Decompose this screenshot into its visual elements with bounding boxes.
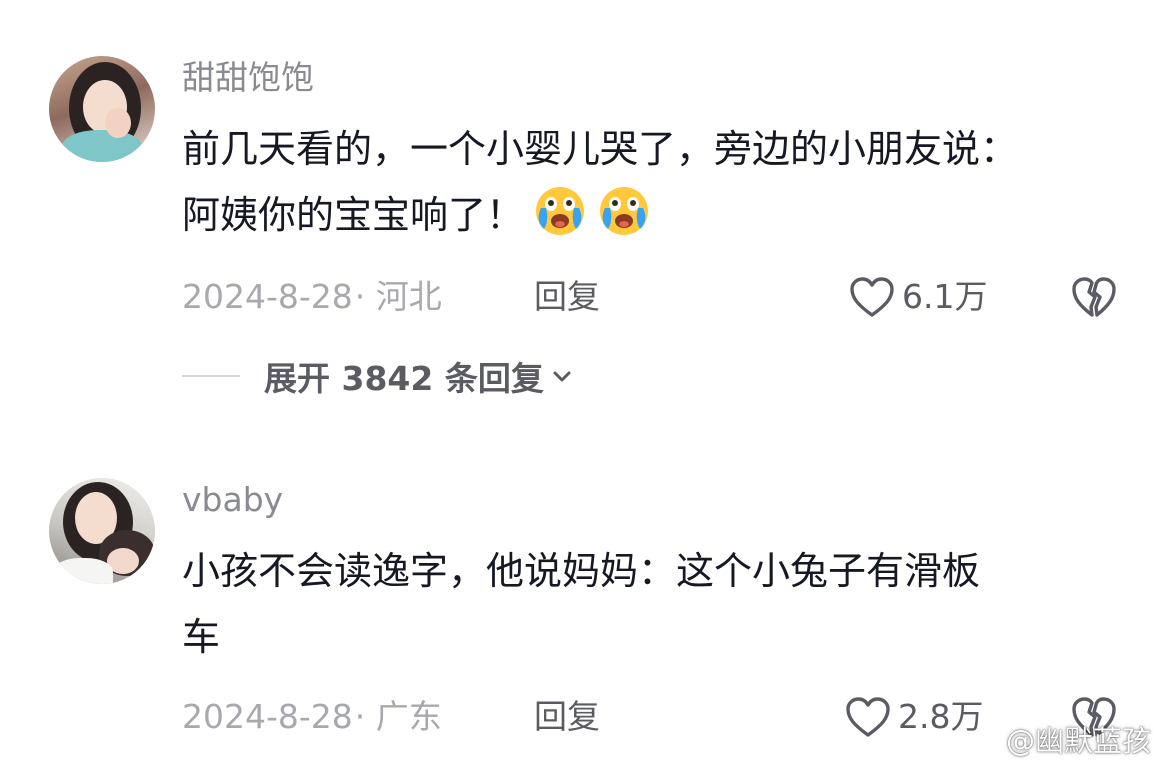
comment-region: · 河北 xyxy=(354,277,442,316)
expand-replies-button[interactable]: 展开 3842 条回复 xyxy=(182,356,574,398)
comment-text: 小孩不会读逸字，他说妈妈：这个小兔子有滑板 车 xyxy=(182,538,1132,670)
divider-line xyxy=(182,375,240,377)
comment-date: 2024-8-28 xyxy=(182,277,353,316)
chevron-down-icon xyxy=(553,371,571,382)
reply-button[interactable]: 回复 xyxy=(534,692,600,742)
avatar[interactable] xyxy=(49,56,155,162)
broken-heart-icon[interactable] xyxy=(1070,274,1118,320)
comment-text-line: 车 xyxy=(182,615,221,659)
watermark: @幽默蓝孩 xyxy=(958,719,1151,759)
comment-text-line: 前几天看的，一个小婴儿哭了，旁边的小朋友说： xyxy=(182,127,1019,171)
comment-username[interactable]: vbaby xyxy=(182,474,283,526)
watermark-text: @幽默蓝孩 xyxy=(1006,724,1152,758)
comment-text-line: 阿姨你的宝宝响了！ xyxy=(182,182,1132,248)
reply-button[interactable]: 回复 xyxy=(534,272,600,322)
heart-icon xyxy=(850,277,894,317)
like-count: 6.1万 xyxy=(902,277,988,316)
weibo-icon xyxy=(959,725,1000,755)
expand-replies-label: 展开 3842 条回复 xyxy=(264,359,544,398)
crying-laughing-emoji-icon xyxy=(536,187,585,235)
avatar[interactable] xyxy=(49,478,155,584)
comment-region: · 广东 xyxy=(354,697,442,736)
like-button[interactable]: 6.1万 xyxy=(848,272,987,322)
comment-text: 前几天看的，一个小婴儿哭了，旁边的小朋友说： 阿姨你的宝宝响了！ xyxy=(182,116,1132,248)
comment-text-segment: 阿姨你的宝宝响了！ xyxy=(182,193,525,237)
comment-text-line: 小孩不会读逸字，他说妈妈：这个小兔子有滑板 xyxy=(182,549,981,593)
crying-laughing-emoji-icon xyxy=(600,187,649,235)
heart-icon xyxy=(846,697,890,737)
comment-username[interactable]: 甜甜饱饱 xyxy=(182,52,314,104)
comment-date: 2024-8-28 xyxy=(182,697,353,736)
comment-meta: 2024-8-28· 河北 回复 6.1万 xyxy=(182,272,1142,322)
